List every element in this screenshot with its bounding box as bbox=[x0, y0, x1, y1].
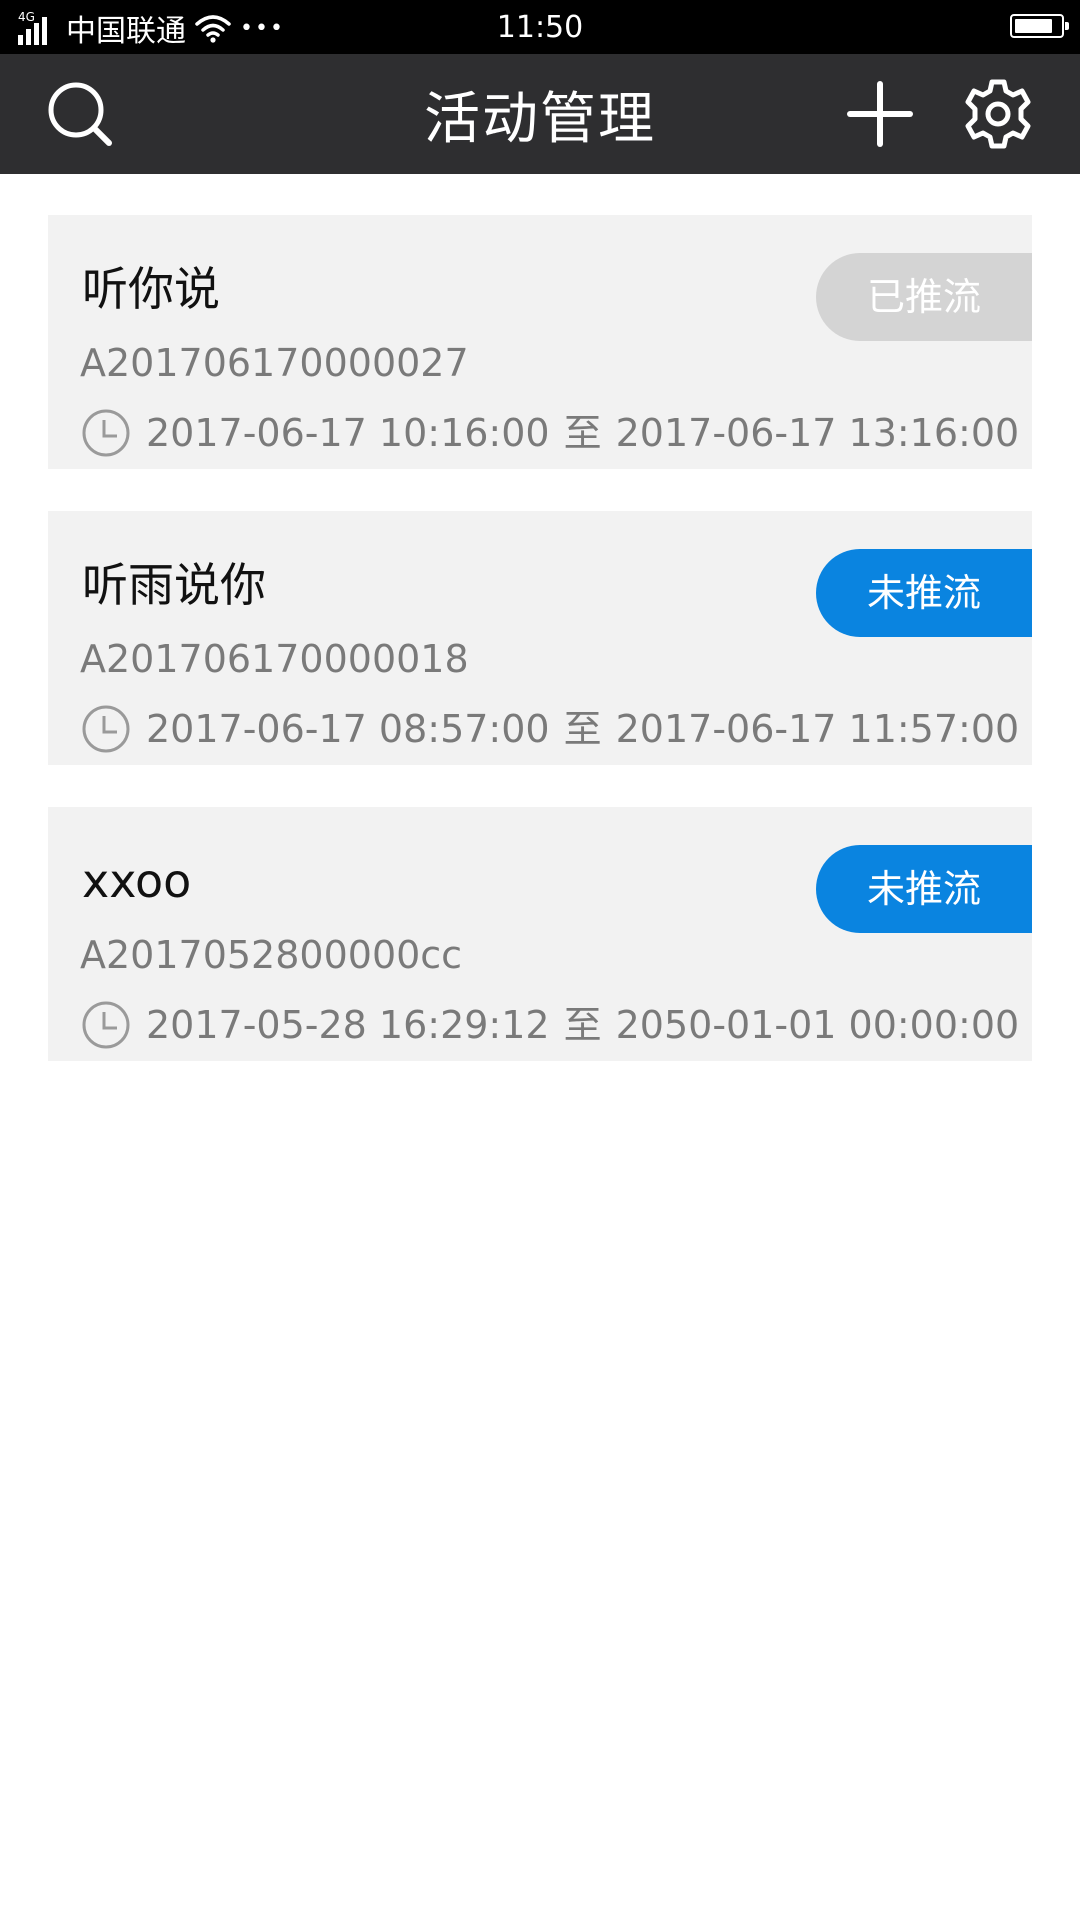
activity-card[interactable]: xxoo A2017052800000cc 2017-05-28 16:29:1… bbox=[48, 807, 1032, 1061]
activity-card[interactable]: 听雨说你 A201706170000018 2017-06-17 08:57:0… bbox=[48, 511, 1032, 765]
page-title: 活动管理 bbox=[424, 87, 656, 152]
battery-icon bbox=[1010, 14, 1069, 38]
end-time: 2017-06-17 11:57:00 bbox=[615, 707, 1020, 751]
start-time: 2017-06-17 10:16:00 bbox=[146, 411, 550, 455]
time-separator: 至 bbox=[563, 1003, 602, 1047]
plus-icon[interactable] bbox=[842, 76, 918, 152]
clock-icon bbox=[82, 409, 130, 457]
activity-card[interactable]: 听你说 A201706170000027 2017-06-17 10:16:00… bbox=[48, 215, 1032, 469]
gear-icon[interactable] bbox=[960, 76, 1036, 152]
start-time: 2017-05-28 16:29:12 bbox=[146, 1003, 550, 1047]
activity-time: 2017-05-28 16:29:12 至 2050-01-01 00:00:0… bbox=[80, 999, 1019, 1051]
time-separator: 至 bbox=[563, 707, 602, 751]
status-time: 11:50 bbox=[496, 10, 584, 45]
nav-bar: 活动管理 bbox=[0, 54, 1080, 174]
end-time: 2050-01-01 00:00:00 bbox=[615, 1003, 1020, 1047]
activity-title: 听雨说你 bbox=[82, 558, 266, 612]
activity-title: 听你说 bbox=[82, 262, 220, 316]
activity-list: 听你说 A201706170000027 2017-06-17 10:16:00… bbox=[48, 215, 1032, 1103]
stream-status-button[interactable]: 未推流 bbox=[816, 845, 1032, 933]
time-separator: 至 bbox=[563, 411, 602, 455]
activity-time: 2017-06-17 10:16:00 至 2017-06-17 13:16:0… bbox=[80, 407, 1019, 459]
activity-code: A2017052800000cc bbox=[80, 933, 463, 977]
activity-code: A201706170000027 bbox=[80, 341, 469, 385]
start-time: 2017-06-17 08:57:00 bbox=[146, 707, 550, 751]
clock-icon bbox=[82, 705, 130, 753]
activity-code: A201706170000018 bbox=[80, 637, 469, 681]
status-bar: 4G 中国联通 ••• 11:50 bbox=[0, 0, 1080, 54]
activity-time: 2017-06-17 08:57:00 至 2017-06-17 11:57:0… bbox=[80, 703, 1019, 755]
clock-icon bbox=[82, 1001, 130, 1049]
stream-status-button[interactable]: 已推流 bbox=[816, 253, 1032, 341]
end-time: 2017-06-17 13:16:00 bbox=[615, 411, 1020, 455]
activity-title: xxoo bbox=[82, 854, 192, 908]
stream-status-button[interactable]: 未推流 bbox=[816, 549, 1032, 637]
